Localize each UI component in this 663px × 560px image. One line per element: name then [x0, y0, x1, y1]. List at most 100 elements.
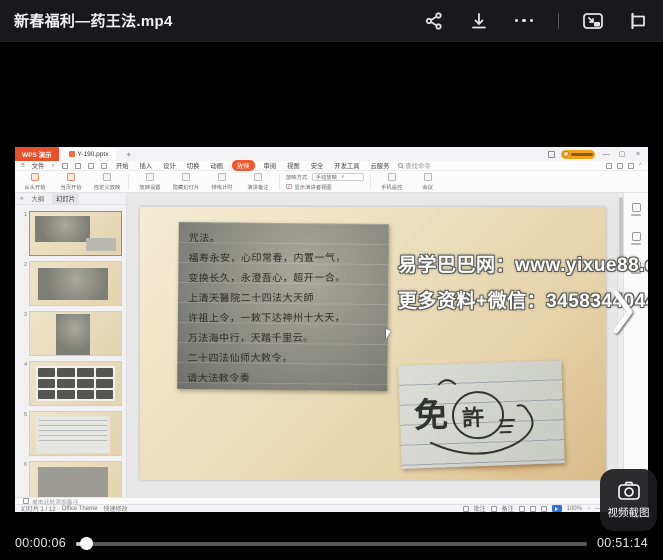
wps-close-button: × — [633, 151, 643, 158]
play-current-icon — [67, 173, 75, 181]
video-surface[interactable]: WPS 演示 Y-190.pptx + — ▢ × ≡ 文件 ∨ 开始 插入 设… — [15, 147, 648, 512]
pane-design-icon — [631, 232, 641, 245]
video-title: 新春福利—药王法.mp4 — [14, 10, 173, 31]
document-tab-label: Y-190.pptx — [78, 151, 109, 158]
vertical-scrollbar — [617, 193, 623, 497]
camera-icon — [617, 481, 641, 501]
slide-thumbnail-5 — [29, 411, 122, 456]
current-slide: 咒法。 福寿永安，心印常春，内置一气， 变换长久，永澄吾心，超开一合。 上清天醫… — [140, 207, 606, 480]
ribbon-custom-show: 自定义放映 — [92, 173, 122, 191]
file-menu-caret: ∨ — [51, 163, 55, 169]
thumbnail-row-6: 6 — [17, 461, 122, 497]
wps-statusbar: 幻灯片 1 / 12 Office Theme 快速修改 批注 备注 100% … — [15, 504, 648, 512]
tab-transition: 切换 — [185, 161, 202, 170]
document-tab: Y-190.pptx — [61, 148, 117, 160]
search-placeholder: 查找命令 — [405, 161, 430, 170]
slide-thumbnail-1-selected — [29, 211, 122, 256]
ribbon-separator — [128, 174, 129, 190]
comment-icon — [463, 506, 469, 512]
talisman-left-char: 免 — [413, 396, 448, 435]
chevron-down-icon: ∨ — [341, 174, 345, 180]
wps-minimize-button: — — [601, 151, 611, 158]
ribbon-phone-remote: 手机遥控 — [377, 173, 407, 191]
ribbon-speaker-notes: 演讲备注 — [243, 173, 273, 191]
sync-icon — [606, 163, 612, 169]
print-icon — [75, 163, 81, 169]
slides-tab: 幻灯片 — [52, 193, 79, 204]
download-icon[interactable] — [468, 10, 490, 32]
wps-titlebar-right: — ▢ × — [548, 150, 648, 159]
thumbnail-list: 1 2 3 — [15, 205, 126, 497]
tab-slideshow-active: 放映 — [232, 160, 255, 171]
ribbon-meeting: 会议 — [413, 173, 443, 191]
tab-design: 设计 — [161, 161, 178, 170]
tab-view: 视图 — [285, 161, 302, 170]
play-from-start-icon — [31, 173, 39, 181]
reading-view-icon — [541, 506, 547, 512]
progress-bar[interactable] — [76, 537, 587, 550]
thumbnail-row-3: 3 — [17, 311, 122, 356]
player-controls: 00:00:06 00:51:14 — [0, 530, 663, 556]
file-menu: 文件 — [32, 161, 45, 170]
redo-icon — [101, 163, 107, 169]
ribbon-rehearse: 排练计时 — [207, 173, 237, 191]
mode-label: 放映方式: — [286, 173, 309, 181]
current-time: 00:00:06 — [15, 536, 66, 550]
total-duration: 00:51:14 — [597, 536, 648, 550]
wps-app-button: WPS 演示 — [15, 147, 59, 161]
ribbon-mode-group: 放映方式: 手动放映 ∨ ✓ 显示演讲者视图 — [286, 173, 364, 191]
screenshot-label: 视频截图 — [608, 505, 650, 520]
ribbon-separator — [279, 174, 280, 190]
player-topbar: 新春福利—药王法.mp4 — [0, 0, 663, 42]
presenter-view-label: 显示演讲者视图 — [295, 183, 332, 191]
ribbon-hide-slide: 隐藏幻灯片 — [171, 173, 201, 191]
normal-view-icon — [519, 506, 525, 512]
collapse-panel-icon: « — [20, 195, 24, 202]
chevron-right-icon — [611, 287, 635, 337]
mini-window-icon[interactable] — [627, 10, 649, 32]
new-tab-button: + — [126, 150, 131, 159]
menubar-right-icons: ^ — [606, 162, 642, 169]
slide-canvas: 咒法。 福寿永安，心印常春，内置一气， 变换长久，永澄吾心，超开一合。 上清天醫… — [127, 193, 617, 497]
speaker-notes-icon — [254, 173, 262, 181]
undo-icon — [88, 163, 94, 169]
search-icon — [398, 163, 403, 168]
progress-track — [76, 542, 587, 546]
collab-icon — [617, 163, 623, 169]
mode-dropdown: 手动放映 ∨ — [312, 173, 364, 181]
outline-tab: 大纲 — [32, 194, 45, 203]
slide-thumbnail-2 — [29, 261, 122, 306]
picture-in-picture-icon[interactable] — [582, 10, 604, 32]
ppt-file-icon — [69, 151, 75, 157]
slide-thumbnail-6 — [29, 461, 122, 497]
phone-remote-icon — [388, 173, 396, 181]
hide-slide-icon — [182, 173, 190, 181]
thumbnail-row-2: 2 — [17, 261, 122, 306]
slide-counter: 幻灯片 1 / 12 — [21, 504, 56, 512]
hamburger-icon: ≡ — [21, 162, 25, 169]
talisman-sketch-photo: 免 許 — [398, 360, 564, 469]
panel-header: « 大纲 幻灯片 — [15, 193, 126, 205]
notes-bar: 单击此处添加备注 — [15, 497, 648, 504]
collapse-ribbon-icon: ^ — [639, 162, 642, 169]
thumbnail-row-4: 4 — [17, 361, 122, 406]
tab-insert: 插入 — [138, 161, 155, 170]
wps-menubar: ≡ 文件 ∨ 开始 插入 设计 切换 动画 放映 审阅 视图 安全 开发工具 云… — [15, 161, 648, 171]
thumbnail-row-5: 5 — [17, 411, 122, 456]
video-screenshot-button[interactable]: 视频截图 — [600, 469, 657, 531]
progress-handle[interactable] — [80, 537, 93, 550]
tab-devtools: 开发工具 — [332, 161, 361, 170]
show-settings-icon — [146, 173, 154, 181]
share-icon[interactable] — [423, 10, 445, 32]
more-icon[interactable] — [513, 10, 535, 32]
ribbon-separator — [370, 174, 371, 190]
talisman-characters-grid — [36, 366, 115, 401]
rehearse-icon — [218, 173, 226, 181]
note-icon — [491, 506, 497, 512]
slide-thumbnail-4 — [29, 361, 122, 406]
zoom-level: 100% — [567, 506, 582, 512]
slideshow-play-icon — [552, 505, 562, 512]
note-label: 备注 — [502, 504, 514, 512]
ribbon-play-from-start: 从头开始 — [20, 173, 50, 191]
tab-cloud: 云服务 — [368, 161, 391, 170]
